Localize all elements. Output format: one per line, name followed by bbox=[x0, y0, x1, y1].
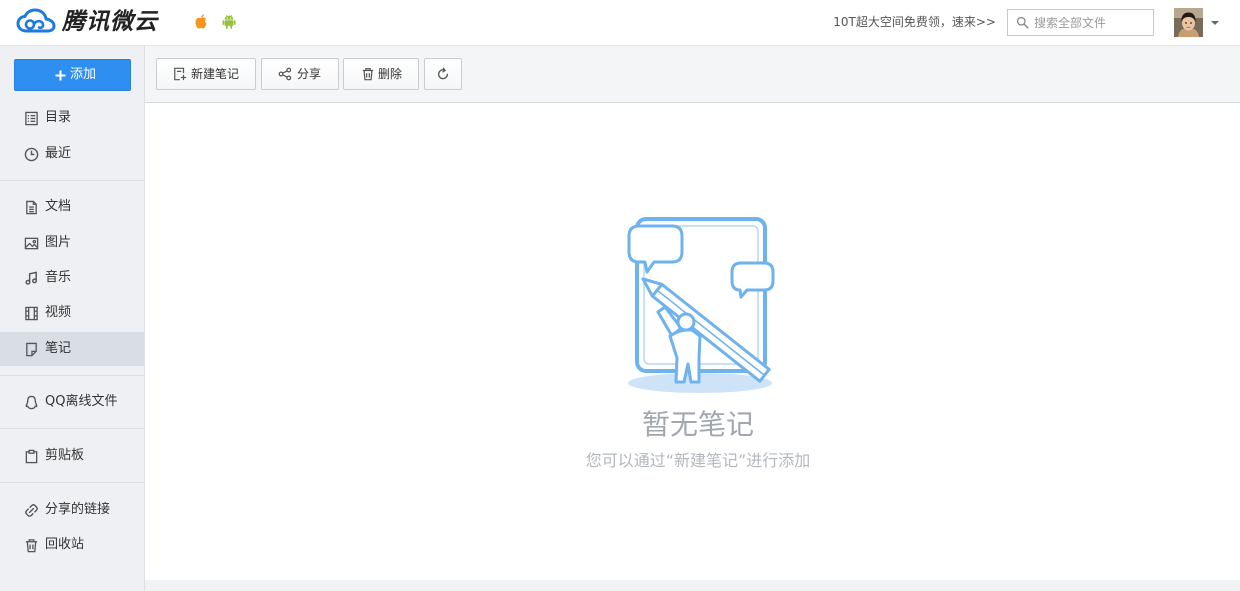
sidebar-item-label: 图片 bbox=[45, 235, 72, 250]
sidebar-item-qq-offline-files[interactable]: QQ离线文件 bbox=[0, 385, 144, 419]
sidebar-item-label: 最近 bbox=[45, 146, 72, 161]
sidebar-item-notes[interactable]: 笔记 bbox=[0, 332, 144, 366]
sidebar-item-video[interactable]: 视频 bbox=[0, 296, 144, 330]
document-icon bbox=[26, 200, 37, 215]
search-box[interactable] bbox=[1007, 9, 1154, 36]
caret-down-icon[interactable] bbox=[1211, 21, 1219, 25]
qq-icon bbox=[25, 395, 38, 410]
sidebar-item-label: 剪贴板 bbox=[45, 448, 85, 463]
toolbar: 新建笔记 分享 删除 bbox=[145, 46, 1240, 103]
sidebar-item-shared-links[interactable]: 分享的链接 bbox=[0, 493, 144, 527]
plus-icon bbox=[55, 70, 66, 81]
share-button[interactable]: 分享 bbox=[261, 58, 339, 90]
new-note-label: 新建笔记 bbox=[191, 67, 240, 81]
sidebar-divider bbox=[0, 180, 144, 181]
empty-state-hint: 您可以通过“新建笔记”进行添加 bbox=[585, 451, 811, 470]
sidebar-item-recycle-bin[interactable]: 回收站 bbox=[0, 528, 144, 562]
new-note-button[interactable]: 新建笔记 bbox=[156, 58, 256, 90]
share-label: 分享 bbox=[297, 67, 322, 81]
sidebar-item-recent[interactable]: 最近 bbox=[0, 137, 144, 171]
sidebar-item-label: 视频 bbox=[45, 305, 72, 320]
sidebar-divider bbox=[0, 375, 144, 376]
clock-icon bbox=[24, 147, 39, 162]
android-icon[interactable] bbox=[221, 13, 237, 30]
search-input[interactable] bbox=[1034, 10, 1148, 35]
notes-content: 暂无笔记 您可以通过“新建笔记”进行添加 bbox=[145, 103, 1240, 580]
delete-button[interactable]: 删除 bbox=[343, 58, 419, 90]
image-icon bbox=[24, 237, 39, 250]
add-button-label: 添加 bbox=[70, 67, 97, 82]
trash-icon bbox=[25, 539, 38, 553]
apple-icon[interactable] bbox=[193, 13, 209, 30]
music-icon bbox=[25, 271, 37, 285]
sidebar-item-label: 目录 bbox=[45, 110, 72, 125]
logo-text[interactable]: 腾讯微云 bbox=[62, 7, 158, 37]
search-icon[interactable] bbox=[1016, 16, 1029, 29]
note-icon bbox=[26, 342, 37, 357]
sidebar-item-label: 分享的链接 bbox=[45, 502, 111, 517]
trash-icon bbox=[362, 68, 374, 81]
share-icon bbox=[278, 67, 292, 81]
sidebar-item-images[interactable]: 图片 bbox=[0, 226, 144, 260]
sidebar: 添加 目录 最近 文档 图片 音乐 视频 笔记 QQ离线文件 剪贴板 分享的链接… bbox=[0, 46, 145, 591]
promo-link[interactable]: 10T超大空间免费领，速来>> bbox=[833, 13, 996, 31]
sidebar-item-label: 文档 bbox=[45, 199, 72, 214]
video-icon bbox=[25, 306, 38, 321]
sidebar-item-catalog[interactable]: 目录 bbox=[0, 101, 144, 135]
refresh-icon bbox=[437, 67, 449, 80]
top-header: 腾讯微云 10T超大空间免费领，速来>> bbox=[0, 0, 1240, 46]
sidebar-item-documents[interactable]: 文档 bbox=[0, 190, 144, 224]
avatar[interactable] bbox=[1174, 8, 1203, 37]
add-button[interactable]: 添加 bbox=[14, 59, 131, 91]
empty-state-title: 暂无笔记 bbox=[641, 408, 754, 441]
weiyun-cloud-logo-icon[interactable] bbox=[16, 8, 56, 34]
sidebar-item-label: QQ离线文件 bbox=[45, 394, 118, 409]
sidebar-item-music[interactable]: 音乐 bbox=[0, 261, 144, 295]
list-icon bbox=[25, 111, 38, 126]
clipboard-icon bbox=[25, 449, 38, 464]
sidebar-item-clipboard[interactable]: 剪贴板 bbox=[0, 439, 144, 473]
sidebar-item-label: 笔记 bbox=[45, 341, 72, 356]
delete-label: 删除 bbox=[378, 67, 403, 81]
sidebar-item-label: 回收站 bbox=[45, 537, 85, 552]
empty-notes-illustration bbox=[627, 217, 775, 393]
new-note-icon bbox=[174, 67, 187, 81]
sidebar-divider bbox=[0, 428, 144, 429]
sidebar-item-label: 音乐 bbox=[45, 270, 72, 285]
refresh-button[interactable] bbox=[424, 58, 462, 90]
link-icon bbox=[25, 504, 38, 517]
sidebar-divider bbox=[0, 482, 144, 483]
